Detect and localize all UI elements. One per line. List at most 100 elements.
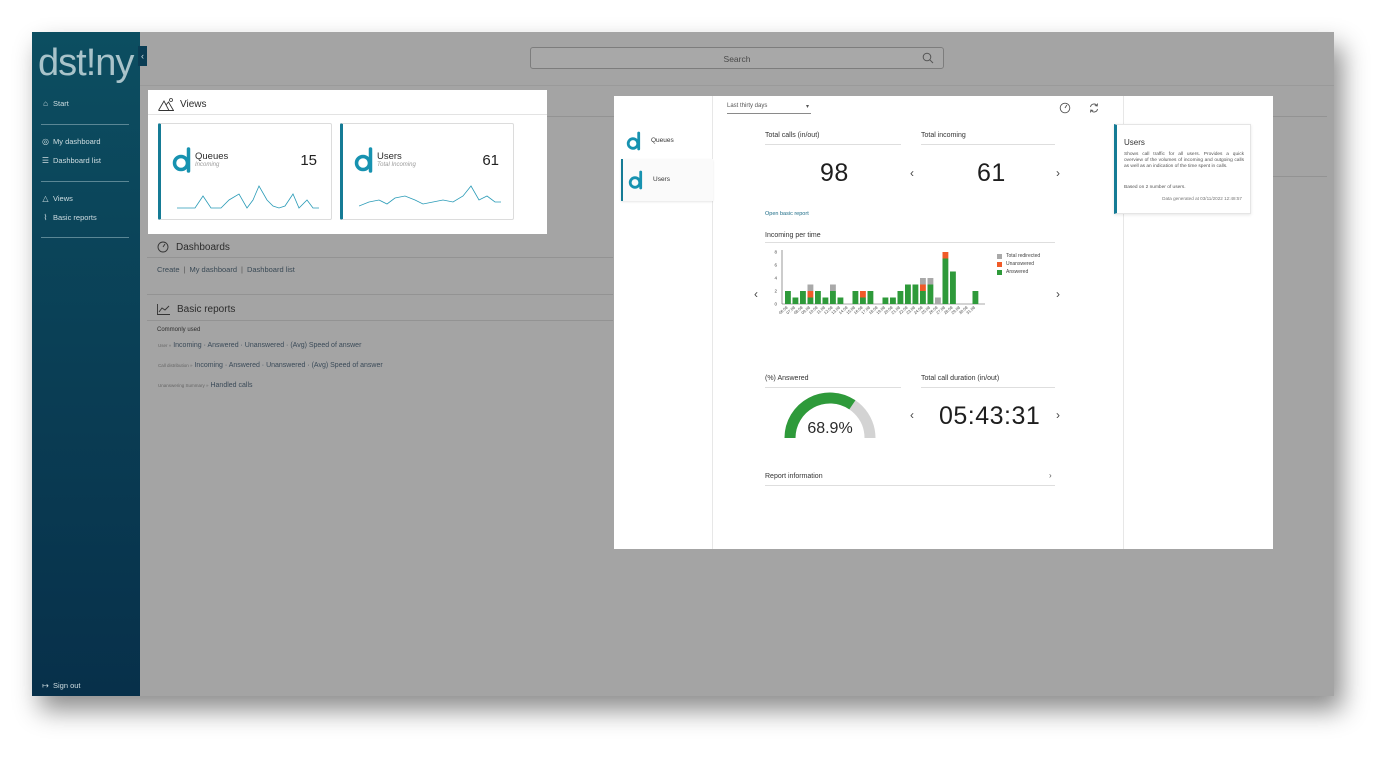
dashboard-links: Create | My dashboard | Dashboard list xyxy=(157,265,295,274)
sidebar-item-views[interactable]: △ Views xyxy=(41,194,73,203)
total-incoming-value: 61 xyxy=(977,159,1006,187)
sidebar-item-basic-reports[interactable]: ⌇ Basic reports xyxy=(41,213,97,222)
report-row[interactable]: Unanswering Summary » Handled calls xyxy=(158,382,253,389)
bar-segment-answered xyxy=(950,271,956,304)
info-card: Users Shows call traffic for all users. … xyxy=(1114,124,1251,214)
legend-item: Unanswered xyxy=(997,261,1040,267)
legend-item: Total redirected xyxy=(997,253,1040,259)
chart-icon: ⌇ xyxy=(43,213,48,222)
view-card-value: 61 xyxy=(482,152,499,169)
legend-label: Unanswered xyxy=(1006,261,1035,267)
legend-item: Answered xyxy=(997,269,1040,275)
sidebar-item-start[interactable]: ⌂ Start xyxy=(41,99,69,108)
report-row[interactable]: Call distribution » Incoming · Answered … xyxy=(158,362,383,369)
my-dashboard-link[interactable]: My dashboard xyxy=(189,265,237,274)
legend-swatch xyxy=(997,261,1002,267)
section-divider xyxy=(147,257,613,258)
line-chart-icon xyxy=(157,304,170,315)
dstny-d-icon xyxy=(354,147,373,173)
report-information-toggle[interactable]: Report information xyxy=(765,473,823,480)
gauge-icon[interactable] xyxy=(1059,102,1071,114)
kpi-label: (%) Answered xyxy=(765,375,809,382)
home-icon: ⌂ xyxy=(43,99,48,108)
kpi-divider xyxy=(765,387,901,388)
bar-segment-answered xyxy=(837,297,844,304)
chart-title: Incoming per time xyxy=(765,232,821,239)
report-row-prefix: User » xyxy=(158,343,172,348)
sidebar-divider xyxy=(41,237,129,238)
chevron-right-icon[interactable]: › xyxy=(1049,471,1052,480)
bar-segment-answered xyxy=(807,297,814,304)
bar-segment-answered xyxy=(882,297,889,304)
search-placeholder: Search xyxy=(723,54,751,64)
report-row-links[interactable]: Incoming · Answered · Unanswered · (Avg)… xyxy=(194,362,382,369)
report-row-prefix: Call distribution » xyxy=(158,363,193,368)
sidebar-item-signout[interactable]: ↦ Sign out xyxy=(41,681,80,690)
search-input[interactable]: Search xyxy=(530,47,944,69)
bar-segment-answered xyxy=(822,297,829,304)
signout-icon: ↦ xyxy=(42,681,49,690)
chart-divider xyxy=(765,242,1055,243)
sidebar-item-my-dashboard[interactable]: ◎ My dashboard xyxy=(41,137,101,146)
report-row[interactable]: User » Incoming · Answered · Unanswered … xyxy=(158,342,361,349)
bar-segment-answered xyxy=(815,291,821,304)
kpi-label: Total call duration (in/out) xyxy=(921,375,1000,382)
panel-nav-label: Queues xyxy=(651,137,674,144)
refresh-icon[interactable] xyxy=(1088,102,1100,114)
dstny-d-icon xyxy=(628,170,643,190)
chevron-right-icon[interactable]: › xyxy=(1056,166,1060,180)
sidebar-divider xyxy=(41,124,129,125)
sidebar-item-label: Views xyxy=(53,194,73,203)
period-select[interactable]: Last thirty days ▾ xyxy=(727,103,811,114)
search-icon[interactable] xyxy=(922,52,934,64)
views-icon xyxy=(158,98,174,111)
chevron-left-icon[interactable]: ‹ xyxy=(910,408,914,422)
views-icon: △ xyxy=(42,194,49,203)
y-tick-label: 0 xyxy=(774,302,777,307)
view-card-subtitle: Total Incoming xyxy=(377,162,416,168)
info-based-on: Based on 2 number of users. xyxy=(1124,185,1186,190)
bar-segment-total-redirected xyxy=(920,278,926,285)
sparkline xyxy=(359,185,501,207)
sidebar-item-dashboard-list[interactable]: ☰ Dashboard list xyxy=(41,156,101,165)
panel-nav-queues[interactable]: Queues xyxy=(621,120,713,162)
legend-label: Answered xyxy=(1006,269,1029,275)
panel-nav: Queues Users xyxy=(614,96,713,549)
bar-segment-answered xyxy=(860,297,866,304)
list-icon: ☰ xyxy=(41,156,50,165)
chevron-right-icon[interactable]: › xyxy=(1056,408,1060,422)
open-basic-report-link[interactable]: Open basic report xyxy=(765,211,809,217)
bar-segment-answered xyxy=(830,291,836,304)
chevron-left-icon[interactable]: ‹ xyxy=(910,166,914,180)
chart-legend: Total redirected Unanswered Answered xyxy=(997,253,1040,277)
info-description: Shows call traffic for all users. Provid… xyxy=(1124,152,1244,169)
report-row-links[interactable]: Incoming · Answered · Unanswered · (Avg)… xyxy=(173,342,361,349)
kpi-label: Total incoming xyxy=(921,132,966,139)
chevron-down-icon: ▾ xyxy=(805,104,809,110)
view-card-users[interactable]: Users Total Incoming 61 xyxy=(340,123,514,220)
report-row-links[interactable]: Handled calls xyxy=(210,382,252,389)
sidebar-divider xyxy=(41,181,129,182)
kpi-divider xyxy=(921,387,1055,388)
brand-logo[interactable]: dst!ny xyxy=(38,42,134,85)
gauge-icon: ◎ xyxy=(42,137,49,146)
call-duration-value: 05:43:31 xyxy=(939,402,1041,430)
view-card-queues[interactable]: Queues Incoming 15 xyxy=(158,123,332,220)
bar-segment-answered xyxy=(905,284,911,304)
dstny-d-icon xyxy=(626,131,641,151)
bar-segment-unanswered xyxy=(807,291,814,298)
dashboard-list-link[interactable]: Dashboard list xyxy=(247,265,295,274)
panel-nav-users[interactable]: Users xyxy=(621,159,713,201)
period-value: Last thirty days xyxy=(727,103,768,109)
bar-segment-unanswered xyxy=(920,284,926,291)
chevron-right-icon[interactable]: › xyxy=(1056,287,1060,301)
bar-segment-answered xyxy=(792,297,799,304)
create-dashboard-link[interactable]: Create xyxy=(157,265,180,274)
chevron-left-icon[interactable]: ‹ xyxy=(754,287,758,301)
panel-nav-label: Users xyxy=(653,176,670,183)
sparkline xyxy=(177,185,319,209)
top-bar: Search xyxy=(140,32,1334,86)
views-heading: Views xyxy=(158,98,207,111)
bar-segment-answered xyxy=(867,291,874,304)
report-divider xyxy=(765,485,1055,486)
